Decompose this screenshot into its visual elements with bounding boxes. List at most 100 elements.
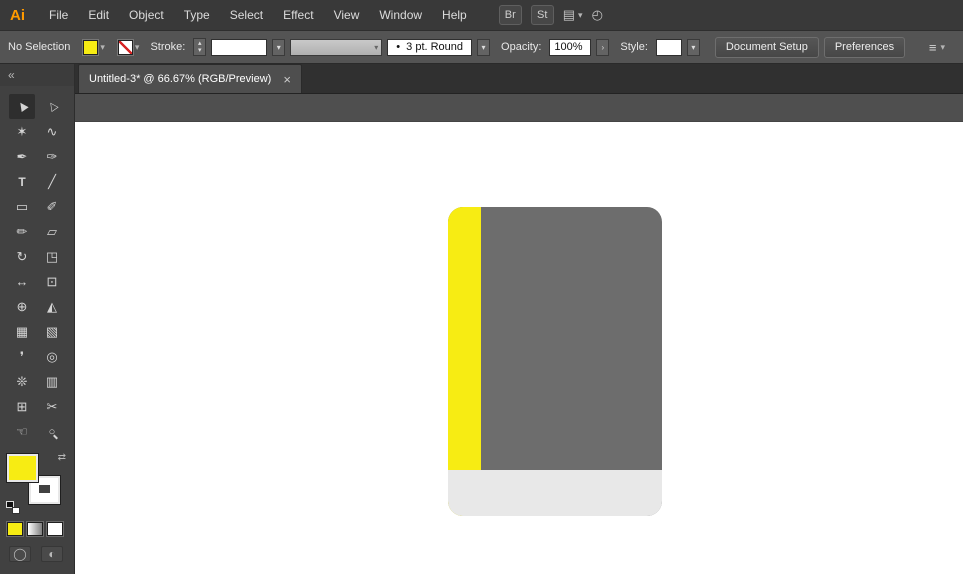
book-pages-shape	[448, 470, 662, 516]
type-tool[interactable]: T	[9, 169, 35, 194]
selection-tool-icon: ▶	[15, 99, 30, 114]
stroke-label: Stroke:	[150, 41, 186, 53]
stroke-color-combo[interactable]: ▾	[117, 39, 140, 55]
opacity-label: Opacity:	[501, 41, 542, 53]
menu-effect[interactable]: Effect	[273, 8, 323, 22]
magic-wand-tool[interactable]: ✶	[9, 119, 35, 144]
free-transform-tool-icon: ⊡	[46, 273, 58, 289]
stepper-up-icon: ▴	[198, 40, 202, 47]
mesh-tool[interactable]: ▦	[9, 319, 35, 344]
column-graph-tool[interactable]: ▥	[39, 369, 65, 394]
hand-tool-icon: ☜	[16, 423, 28, 439]
eraser-tool-icon: ▱	[47, 223, 57, 239]
pencil-tool[interactable]: ✏	[9, 219, 35, 244]
menu-view[interactable]: View	[324, 8, 370, 22]
bridge-button[interactable]: Br	[498, 5, 522, 25]
zoom-tool[interactable]: ○	[39, 419, 65, 444]
collapse-panel-icon[interactable]: «	[8, 68, 15, 82]
stroke-color-swatch[interactable]	[117, 39, 133, 55]
pen-tool-icon: ✒	[16, 148, 28, 164]
perspective-grid-tool[interactable]: ◭	[39, 294, 65, 319]
fill-proxy-swatch[interactable]	[7, 454, 38, 482]
document-setup-button[interactable]: Document Setup	[714, 36, 819, 58]
lasso-tool[interactable]: ∿	[39, 119, 65, 144]
opacity-dropdown[interactable]: ›	[596, 38, 610, 56]
curvature-tool[interactable]: ✑	[39, 144, 65, 169]
stock-button[interactable]: St	[530, 5, 554, 25]
document-tab-bar: Untitled-3* @ 66.67% (RGB/Preview) ×	[75, 64, 963, 94]
preferences-button[interactable]: Preferences	[823, 36, 906, 58]
rotate-tool[interactable]: ↻	[9, 244, 35, 269]
none-button[interactable]	[47, 522, 63, 536]
line-segment-tool[interactable]: ╱	[39, 169, 65, 194]
chevron-down-icon: ▾	[691, 42, 696, 52]
document-tab[interactable]: Untitled-3* @ 66.67% (RGB/Preview) ×	[78, 64, 302, 93]
brush-preview-icon: •	[396, 41, 401, 53]
eyedropper-tool[interactable]: ❜	[9, 344, 35, 369]
menu-object[interactable]: Object	[119, 8, 174, 22]
chevron-down-icon: ▾	[134, 41, 140, 52]
curvature-tool-icon: ✑	[46, 148, 58, 164]
stepper-down-icon: ▾	[198, 47, 202, 54]
artboard[interactable]	[75, 122, 963, 574]
stroke-weight-stepper[interactable]: ▴ ▾	[193, 38, 207, 56]
paintbrush-tool[interactable]: ✐	[39, 194, 65, 219]
column-graph-tool-icon: ▥	[45, 373, 59, 389]
scale-tool[interactable]: ◳	[39, 244, 65, 269]
menu-edit[interactable]: Edit	[78, 8, 119, 22]
brush-definition-dropdown[interactable]: ▾	[477, 38, 491, 56]
brush-definition-combo[interactable]: • 3 pt. Round	[387, 38, 473, 56]
book-illustration[interactable]	[448, 207, 662, 516]
control-bar-menu-button[interactable]: ≡ ▾	[929, 40, 945, 55]
canvas-area: Untitled-3* @ 66.67% (RGB/Preview) ×	[75, 64, 963, 574]
artboard-tool[interactable]: ⊞	[9, 394, 35, 419]
rectangle-tool-icon: ▭	[15, 198, 29, 214]
direct-selection-tool[interactable]: ▷	[39, 94, 65, 119]
gradient-tool[interactable]: ▧	[39, 319, 65, 344]
free-transform-tool[interactable]: ⊡	[39, 269, 65, 294]
scale-tool-icon: ◳	[45, 248, 59, 264]
stroke-weight-input[interactable]	[211, 38, 268, 56]
direct-selection-tool-icon: ▷	[45, 99, 60, 114]
menu-select[interactable]: Select	[220, 8, 273, 22]
screen-mode-button[interactable]: ◐	[41, 546, 63, 562]
artboard-tool-icon: ⊞	[16, 398, 28, 414]
style-dropdown[interactable]: ▾	[686, 38, 700, 56]
shape-builder-tool[interactable]: ⊕	[9, 294, 35, 319]
variable-width-profile-dropdown[interactable]: ▾	[290, 38, 383, 56]
slice-tool[interactable]: ✂	[39, 394, 65, 419]
tools-panel: « ▶ ▷ ✶ ∿ ✒ ✑ T ╱ ▭ ✐ ✏ ▱ ↻ ◳ ↔ ⊡ ⊕ ◭ ▦ ▧ ❜ ◎ ❊ ▥ ⊞ ✂ ☜ ○ ⇄	[0, 64, 75, 574]
color-button[interactable]	[7, 522, 23, 536]
pen-tool[interactable]: ✒	[9, 144, 35, 169]
gradient-tool-icon: ▧	[45, 323, 59, 339]
rectangle-tool[interactable]: ▭	[9, 194, 35, 219]
selection-tool[interactable]: ▶	[9, 94, 35, 119]
eraser-tool[interactable]: ▱	[39, 219, 65, 244]
arrange-documents-button[interactable]: ▤ ▾	[563, 7, 583, 23]
width-tool[interactable]: ↔	[9, 269, 35, 294]
menu-file[interactable]: File	[39, 8, 78, 22]
menu-window[interactable]: Window	[369, 8, 432, 22]
default-fill-stroke-icon[interactable]	[6, 501, 20, 514]
menu-type[interactable]: Type	[174, 8, 220, 22]
menu-help[interactable]: Help	[432, 8, 477, 22]
opacity-input[interactable]	[549, 38, 592, 56]
tab-close-icon[interactable]: ×	[283, 72, 291, 87]
fill-color-combo[interactable]: ▾	[83, 39, 105, 55]
mesh-tool-icon: ▦	[15, 323, 29, 339]
fill-color-swatch[interactable]	[83, 39, 99, 55]
style-swatch[interactable]	[655, 38, 682, 56]
app-bar-buttons: Br St ▤ ▾ ◴	[498, 5, 603, 25]
gradient-button[interactable]	[27, 522, 43, 536]
gpu-performance-button[interactable]: ◴	[592, 7, 603, 23]
stroke-weight-dropdown[interactable]: ▾	[272, 38, 286, 56]
drawing-mode-icon: ◯	[13, 547, 27, 561]
hand-tool[interactable]: ☜	[9, 419, 35, 444]
symbol-sprayer-tool[interactable]: ❊	[9, 369, 35, 394]
swap-fill-stroke-icon[interactable]: ⇄	[58, 452, 66, 463]
shape-builder-tool-icon: ⊕	[16, 298, 28, 314]
blend-tool[interactable]: ◎	[39, 344, 65, 369]
drawing-mode-button[interactable]: ◯	[9, 546, 31, 562]
workspace: « ▶ ▷ ✶ ∿ ✒ ✑ T ╱ ▭ ✐ ✏ ▱ ↻ ◳ ↔ ⊡ ⊕ ◭ ▦ ▧ ❜ ◎ ❊ ▥ ⊞ ✂ ☜ ○ ⇄	[0, 64, 963, 574]
panel-collapse-strip: «	[0, 64, 74, 86]
